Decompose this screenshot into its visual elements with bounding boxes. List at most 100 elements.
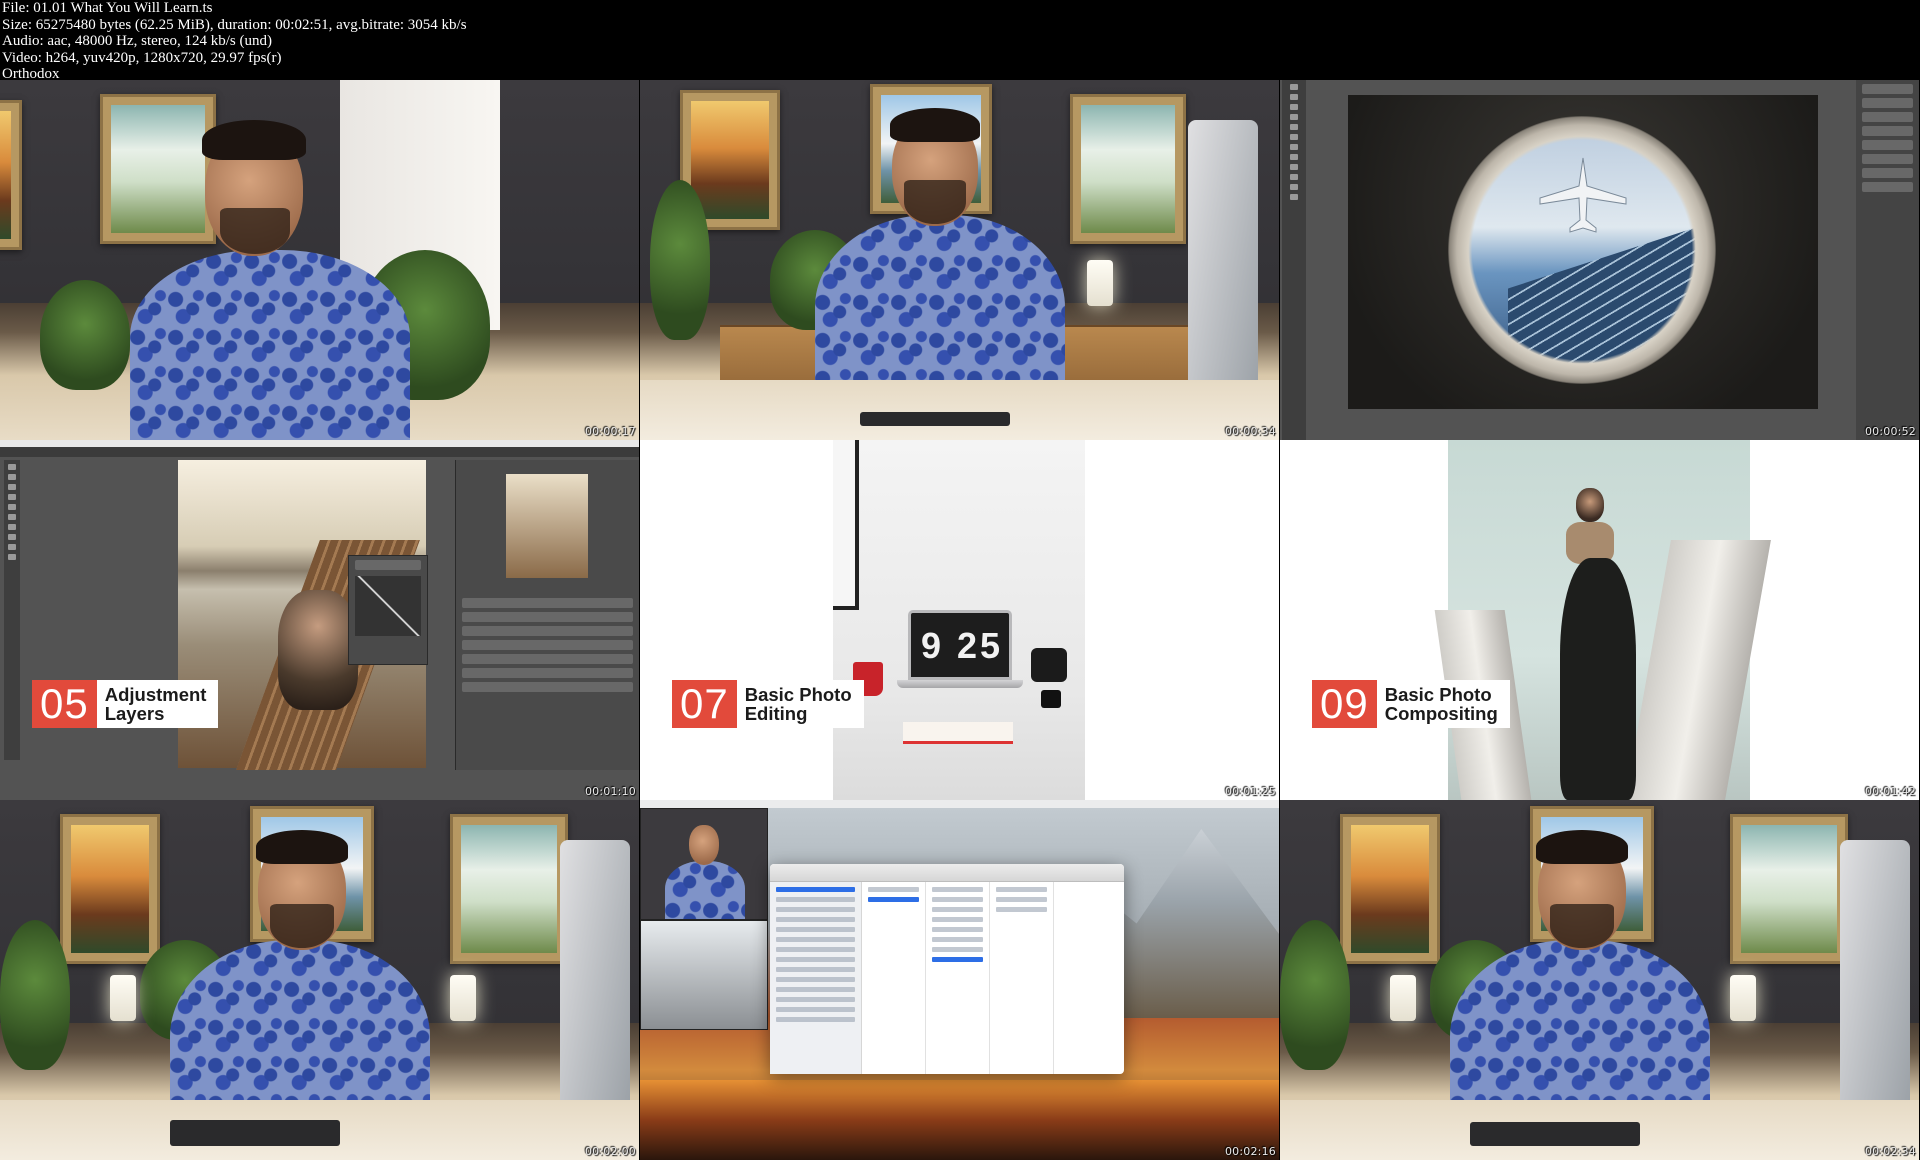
drawing-tablet xyxy=(170,1120,340,1146)
thumbnail-4[interactable]: 05 Adjustment Layers 00:01:10 xyxy=(0,440,639,800)
timestamp: 00:02:34 xyxy=(1864,1145,1916,1158)
monitor xyxy=(1840,840,1910,1120)
canvas-image xyxy=(1434,440,1771,800)
timestamp: 00:00:17 xyxy=(584,425,636,438)
lamp xyxy=(450,975,476,1021)
thumbnail-5[interactable]: 9 25 07 Basic Photo Editing 00:01:25 xyxy=(640,440,1279,800)
host-beard xyxy=(1550,904,1614,948)
lesson-title-line-1: Basic Photo xyxy=(744,684,852,705)
thumbnail-grid: 00:00:17 00:00:34 00:00:52 05 Adjustment… xyxy=(0,80,1920,1160)
clock-display: 9 25 xyxy=(921,625,1004,666)
host-head xyxy=(689,825,719,865)
porthole-ring xyxy=(1448,116,1716,384)
lesson-number: 07 xyxy=(672,680,737,728)
timestamp: 00:01:25 xyxy=(1224,785,1276,798)
video-info-line: Video: h264, yuv420p, 1280x720, 29.97 fp… xyxy=(2,49,282,66)
waterfall-poster xyxy=(100,94,216,244)
finder-column[interactable] xyxy=(926,882,990,1074)
lesson-title-card: 05 Adjustment Layers xyxy=(32,680,219,728)
finder-column[interactable] xyxy=(990,882,1054,1074)
wall-frame xyxy=(833,440,859,610)
lamp xyxy=(1730,975,1756,1021)
drawing-tablet xyxy=(860,412,1010,426)
layers-panel xyxy=(1856,80,1919,440)
concrete-pillar xyxy=(1625,540,1771,800)
couple xyxy=(278,590,358,710)
lesson-title-line-2: Compositing xyxy=(1384,703,1498,724)
timestamp: 00:01:42 xyxy=(1864,785,1916,798)
file-size-line: Size: 65275480 bytes (62.25 MiB), durati… xyxy=(2,16,467,33)
audio-info-line: Audio: aac, 48000 Hz, stereo, 124 kb/s (… xyxy=(2,33,272,50)
lamp xyxy=(1087,260,1113,306)
lamp xyxy=(1390,975,1416,1021)
thumbnail-3[interactable]: 00:00:52 xyxy=(1280,80,1919,440)
laptop: 9 25 xyxy=(908,610,1012,680)
lesson-number: 09 xyxy=(1312,680,1377,728)
picture-in-picture-host xyxy=(640,808,768,920)
waterfall-poster xyxy=(1730,814,1848,964)
model-skirt xyxy=(1560,558,1636,800)
lesson-title-line-1: Basic Photo xyxy=(1384,684,1492,705)
forest-poster xyxy=(0,100,22,250)
thumbnail-2[interactable]: 00:00:34 xyxy=(640,80,1279,440)
canvas-image: 9 25 xyxy=(833,440,1085,800)
lake xyxy=(640,1080,1279,1160)
lesson-title: Adjustment Layers xyxy=(96,680,219,728)
finder-window[interactable] xyxy=(770,864,1124,1074)
finder-sidebar[interactable] xyxy=(770,882,862,1074)
waterfall-poster xyxy=(450,814,568,964)
plant xyxy=(0,920,70,1070)
forest-poster xyxy=(60,814,160,964)
thumbnail-8[interactable]: 00:02:16 xyxy=(640,800,1279,1160)
navigator-thumbnail xyxy=(506,474,588,578)
lesson-title: Basic Photo Editing xyxy=(736,680,864,728)
plant xyxy=(650,180,710,340)
mac-menu-bar xyxy=(640,800,1279,808)
curves-graph xyxy=(355,576,421,636)
tool-bar xyxy=(4,460,20,760)
timestamp: 00:00:34 xyxy=(1224,425,1276,438)
timestamp: 00:02:00 xyxy=(584,1145,636,1158)
host-hair xyxy=(202,120,306,160)
host-hair xyxy=(1536,830,1628,864)
host-hair xyxy=(256,830,348,864)
lamp xyxy=(110,975,136,1021)
thumbnail-7[interactable]: 00:02:00 xyxy=(0,800,639,1160)
forest-poster xyxy=(1340,814,1440,964)
phone xyxy=(1041,690,1061,708)
notebook xyxy=(903,722,1013,744)
picture-in-picture-mountain xyxy=(640,920,768,1030)
thumbnail-1[interactable]: 00:00:17 xyxy=(0,80,639,440)
plant xyxy=(1280,920,1350,1070)
mac-menu-bar xyxy=(0,440,639,447)
finder-toolbar[interactable] xyxy=(770,864,1124,882)
host-beard xyxy=(270,904,334,948)
thumbnail-9[interactable]: 00:02:34 xyxy=(1280,800,1919,1160)
timestamp: 00:01:10 xyxy=(584,785,636,798)
plant xyxy=(40,280,130,390)
waterfall-poster xyxy=(1070,94,1186,244)
lesson-title-line-1: Adjustment xyxy=(104,684,207,705)
lesson-title-card: 09 Basic Photo Compositing xyxy=(1312,680,1510,728)
host-beard xyxy=(904,180,966,224)
file-name-line: File: 01.01 What You Will Learn.ts xyxy=(2,0,213,16)
finder-column[interactable] xyxy=(862,882,926,1074)
host-shirt xyxy=(665,861,745,919)
timestamp: 00:02:16 xyxy=(1224,1145,1276,1158)
lesson-title-line-2: Layers xyxy=(104,703,165,724)
thumbnail-6[interactable]: 09 Basic Photo Compositing 00:01:42 xyxy=(1280,440,1919,800)
drawing-tablet xyxy=(1470,1122,1640,1146)
lesson-title-card: 07 Basic Photo Editing xyxy=(672,680,864,728)
host-shirt xyxy=(130,250,410,440)
options-bar xyxy=(0,447,639,457)
layers-panel xyxy=(455,460,639,770)
speaker xyxy=(1031,648,1067,682)
monitor xyxy=(560,840,630,1120)
timestamp: 00:00:52 xyxy=(1864,425,1916,438)
lesson-title: Basic Photo Compositing xyxy=(1376,680,1510,728)
lesson-number: 05 xyxy=(32,680,97,728)
host-beard xyxy=(220,208,290,254)
model-head xyxy=(1576,488,1604,522)
host-hair xyxy=(890,108,980,142)
properties-panel xyxy=(348,555,428,665)
